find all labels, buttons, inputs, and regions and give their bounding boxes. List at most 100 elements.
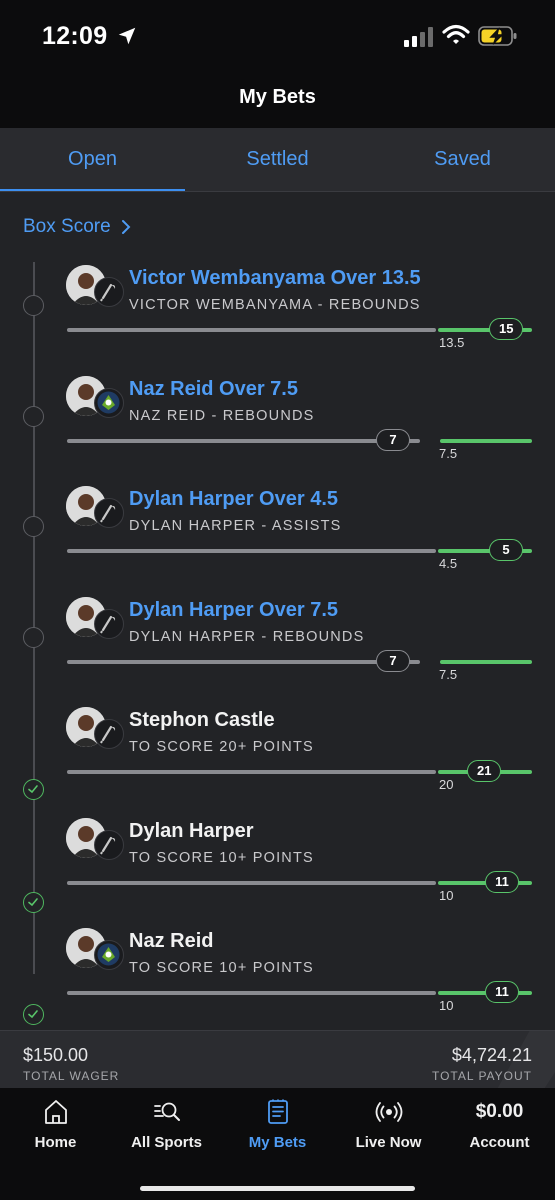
leg-title[interactable]: Dylan Harper xyxy=(129,820,254,843)
top-bar: 12:09 My Bets xyxy=(0,0,555,128)
leg-subtitle: DYLAN HARPER - ASSISTS xyxy=(129,518,342,534)
team-logo-icon xyxy=(94,940,124,970)
target-value-label: 20 xyxy=(439,777,454,792)
tab-saved[interactable]: Saved xyxy=(370,128,555,192)
current-value-pill: 11 xyxy=(485,871,519,893)
current-value-pill: 7 xyxy=(376,429,410,451)
chevron-right-icon xyxy=(121,220,131,234)
leg-subtitle: NAZ REID - REBOUNDS xyxy=(129,408,315,424)
bet-leg[interactable]: Dylan Harper Over 4.5 DYLAN HARPER - ASSI… xyxy=(0,486,555,596)
target-value-label: 7.5 xyxy=(439,446,458,461)
target-value-label: 10 xyxy=(439,888,454,903)
tab-divider xyxy=(0,191,555,192)
tab-settled[interactable]: Settled xyxy=(185,128,370,192)
leg-progress-track: 5 xyxy=(67,539,532,561)
leg-title[interactable]: Naz Reid xyxy=(129,930,213,953)
progress-current-segment xyxy=(67,549,436,553)
leg-status-won-icon xyxy=(23,1004,44,1025)
broadcast-icon xyxy=(375,1102,402,1122)
home-indicator xyxy=(140,1186,415,1191)
target-value-label: 13.5 xyxy=(439,335,465,350)
nav-all-sports-label: All Sports xyxy=(131,1134,202,1151)
current-value-pill: 11 xyxy=(485,981,519,1003)
location-arrow-icon xyxy=(118,27,136,45)
bet-leg[interactable]: Stephon Castle TO SCORE 20+ POINTS 21 20 xyxy=(0,707,555,817)
leg-subtitle: TO SCORE 10+ POINTS xyxy=(129,960,314,976)
bet-leg[interactable]: Naz Reid TO SCORE 10+ POINTS 11 10 xyxy=(0,928,555,1038)
team-logo-icon xyxy=(94,277,124,307)
cellular-signal-icon xyxy=(404,27,433,47)
progress-current-segment xyxy=(67,660,420,664)
progress-target-segment xyxy=(440,439,532,443)
progress-current-segment xyxy=(67,328,436,332)
leg-title[interactable]: Naz Reid Over 7.5 xyxy=(129,378,298,401)
nav-all-sports[interactable]: All Sports xyxy=(111,1098,222,1151)
bet-tabs: Open Settled Saved xyxy=(0,128,555,192)
progress-target-segment xyxy=(440,660,532,664)
bet-leg[interactable]: Naz Reid Over 7.5 NAZ REID - REBOUNDS 7 7.5 xyxy=(0,376,555,486)
team-logo-icon xyxy=(94,609,124,639)
bet-leg[interactable]: Dylan Harper Over 7.5 DYLAN HARPER - REBO… xyxy=(0,597,555,707)
account-balance: $0.00 xyxy=(475,1101,524,1122)
team-logo-icon xyxy=(94,830,124,860)
leg-status-won-icon xyxy=(23,779,44,800)
team-logo-icon xyxy=(94,498,124,528)
box-score-label: Box Score xyxy=(23,216,111,237)
total-wager-label: TOTAL WAGER xyxy=(23,1069,120,1083)
nav-live-now-label: Live Now xyxy=(355,1134,422,1151)
nav-account[interactable]: $0.00 Account xyxy=(444,1098,555,1151)
search-list-icon xyxy=(153,1102,180,1121)
leg-status-pending-icon xyxy=(23,627,44,648)
progress-current-segment xyxy=(67,881,436,885)
leg-title[interactable]: Victor Wembanyama Over 13.5 xyxy=(129,267,421,290)
box-score-link[interactable]: Box Score xyxy=(23,216,131,238)
nav-my-bets-label: My Bets xyxy=(248,1134,307,1151)
leg-subtitle: TO SCORE 20+ POINTS xyxy=(129,739,314,755)
page-title: My Bets xyxy=(239,86,316,108)
wifi-icon xyxy=(442,24,470,44)
total-payout-amount: $4,724.21 xyxy=(451,1045,532,1065)
progress-current-segment xyxy=(67,439,420,443)
leg-title[interactable]: Stephon Castle xyxy=(129,709,275,732)
nav-account-label: Account xyxy=(469,1134,530,1151)
total-wager-amount: $150.00 xyxy=(23,1045,89,1065)
target-value-label: 4.5 xyxy=(439,556,458,571)
current-value-pill: 21 xyxy=(467,760,502,782)
leg-progress-track: 21 xyxy=(67,760,532,782)
leg-subtitle: VICTOR WEMBANYAMA - REBOUNDS xyxy=(129,297,421,313)
progress-current-segment xyxy=(67,770,436,774)
team-logo-icon xyxy=(94,719,124,749)
leg-title[interactable]: Dylan Harper Over 7.5 xyxy=(129,599,338,622)
leg-progress-track: 7 xyxy=(67,429,532,451)
bet-slip-icon xyxy=(267,1099,288,1124)
team-logo-icon xyxy=(94,388,124,418)
leg-status-pending-icon xyxy=(23,295,44,316)
nav-home[interactable]: Home xyxy=(0,1098,111,1151)
total-payout-label: TOTAL PAYOUT xyxy=(431,1069,532,1083)
nav-my-bets[interactable]: My Bets xyxy=(222,1098,333,1151)
leg-status-won-icon xyxy=(23,892,44,913)
nav-home-label: Home xyxy=(34,1134,77,1151)
bet-leg[interactable]: Dylan Harper TO SCORE 10+ POINTS 11 10 xyxy=(0,818,555,928)
leg-progress-track: 11 xyxy=(67,981,532,1003)
leg-subtitle: DYLAN HARPER - REBOUNDS xyxy=(129,629,365,645)
home-icon xyxy=(44,1100,67,1124)
bet-leg[interactable]: Victor Wembanyama Over 13.5 VICTOR WEMBAN… xyxy=(0,265,555,375)
battery-charging-icon xyxy=(478,26,517,46)
current-value-pill: 5 xyxy=(489,539,523,561)
leg-progress-track: 11 xyxy=(67,871,532,893)
bottom-nav: Home All Sports My Bets Live Now $0.00 A… xyxy=(0,1088,555,1200)
leg-progress-track: 7 xyxy=(67,650,532,672)
leg-title[interactable]: Dylan Harper Over 4.5 xyxy=(129,488,338,511)
bet-summary: $150.00 TOTAL WAGER $4,724.21 TOTAL PAYO… xyxy=(0,1030,555,1088)
current-value-pill: 15 xyxy=(489,318,524,340)
leg-status-pending-icon xyxy=(23,516,44,537)
leg-progress-track: 15 xyxy=(67,318,532,340)
target-value-label: 10 xyxy=(439,998,454,1013)
target-value-label: 7.5 xyxy=(439,667,458,682)
status-time: 12:09 xyxy=(42,22,108,50)
leg-subtitle: TO SCORE 10+ POINTS xyxy=(129,850,314,866)
tab-open[interactable]: Open xyxy=(0,128,185,192)
nav-live-now[interactable]: Live Now xyxy=(333,1098,444,1151)
progress-current-segment xyxy=(67,991,436,995)
